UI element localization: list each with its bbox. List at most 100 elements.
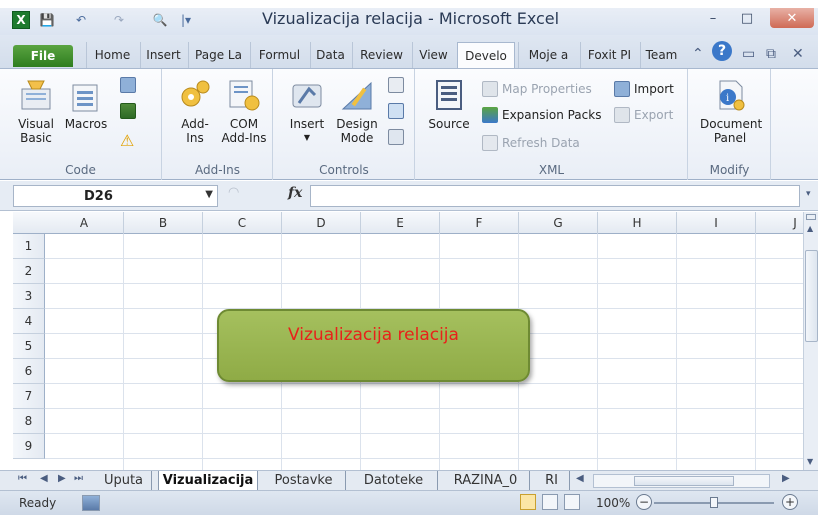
sheet-tab-postavke[interactable]: Postavke (262, 471, 346, 490)
sheet-tab-razina-0[interactable]: RAZINA_0 (442, 471, 530, 490)
macro-recording-icon[interactable] (82, 495, 100, 511)
name-box[interactable]: D26 ▼ (13, 185, 218, 207)
first-sheet-icon[interactable]: ⏮ (18, 473, 27, 484)
name-box-dropdown-icon[interactable]: ▼ (205, 189, 213, 200)
print-preview-icon[interactable]: 🔍 (150, 11, 170, 29)
expansion-packs-button[interactable]: Expansion Packs (482, 107, 601, 123)
tab-split-icon[interactable]: ◀ (576, 473, 584, 484)
map-properties-button[interactable]: Map Properties (482, 81, 592, 97)
design-mode-button[interactable]: Design Mode (332, 77, 382, 145)
help-icon[interactable]: ? (712, 41, 732, 61)
column-header-e[interactable]: E (361, 212, 440, 234)
relative-references-icon[interactable] (120, 103, 140, 119)
restore-workbook-icon[interactable]: ▭ (742, 46, 755, 62)
vertical-scroll-thumb[interactable] (805, 250, 818, 342)
split-box-icon[interactable] (806, 214, 816, 220)
save-icon[interactable]: 💾 (38, 11, 56, 29)
relation-shape[interactable]: Vizualizacija relacija (217, 309, 530, 382)
horizontal-scrollbar[interactable] (593, 474, 770, 488)
run-dialog-icon[interactable] (388, 129, 408, 145)
row-header-1[interactable]: 1 (13, 234, 45, 259)
row-header-6[interactable]: 6 (13, 359, 45, 384)
excel-app-icon[interactable]: X (12, 11, 30, 29)
row-header-3[interactable]: 3 (13, 284, 45, 309)
insert-control-button[interactable]: Insert ▼ (284, 77, 330, 145)
close-workbook-icon[interactable]: ✕ (792, 46, 804, 62)
tab-moje-a[interactable]: Moje a (518, 42, 578, 68)
macro-security-icon[interactable]: ⚠ (120, 131, 134, 150)
page-layout-view-icon[interactable] (542, 494, 558, 510)
column-header-a[interactable]: A (45, 212, 124, 234)
vertical-scrollbar[interactable]: ▲ ▼ (803, 212, 818, 470)
page-break-view-icon[interactable] (564, 494, 580, 510)
sheet-tab-ri[interactable]: RI (534, 471, 570, 490)
maximize-button[interactable]: □ (734, 8, 760, 28)
tab-developer[interactable]: Develo (457, 42, 515, 68)
prev-sheet-icon[interactable]: ◀ (40, 473, 48, 484)
redo-icon[interactable]: ↷ (108, 11, 130, 29)
formula-input[interactable] (310, 185, 800, 207)
tab-foxit[interactable]: Foxit PI (580, 42, 638, 68)
tab-view[interactable]: View (412, 42, 454, 68)
tab-formulas[interactable]: Formul (250, 42, 308, 68)
column-header-i[interactable]: I (677, 212, 756, 234)
minimize-button[interactable]: – (700, 8, 726, 28)
tab-page-layout[interactable]: Page La (188, 42, 248, 68)
insert-function-icon[interactable]: fx (288, 185, 302, 201)
tab-home[interactable]: Home (86, 42, 138, 68)
column-header-f[interactable]: F (440, 212, 519, 234)
zoom-out-icon[interactable]: − (636, 494, 652, 510)
export-button[interactable]: Export (614, 107, 673, 123)
sheet-tab-uputa[interactable]: Uputa (96, 471, 152, 490)
tab-insert[interactable]: Insert (140, 42, 186, 68)
restore-window-icon[interactable]: ⧉ (766, 46, 776, 62)
zoom-in-icon[interactable]: + (782, 494, 798, 510)
sheet-tab-datoteke[interactable]: Datoteke (350, 471, 438, 490)
macros-button[interactable]: Macros (62, 77, 110, 131)
row-header-2[interactable]: 2 (13, 259, 45, 284)
zoom-level[interactable]: 100% (596, 496, 630, 510)
sheet-tab-vizualizacija[interactable]: Vizualizacija (158, 471, 258, 490)
refresh-data-button[interactable]: Refresh Data (482, 135, 580, 151)
add-ins-label: Add-Ins (181, 117, 209, 145)
zoom-slider[interactable] (654, 497, 774, 508)
import-button[interactable]: Import (614, 81, 674, 97)
row-header-5[interactable]: 5 (13, 334, 45, 359)
record-macro-icon[interactable] (120, 77, 140, 93)
column-header-h[interactable]: H (598, 212, 677, 234)
tab-review[interactable]: Review (352, 42, 410, 68)
tab-file[interactable]: File (13, 45, 73, 67)
source-button[interactable]: Source (424, 77, 474, 131)
row-header-8[interactable]: 8 (13, 409, 45, 434)
column-header-d[interactable]: D (282, 212, 361, 234)
column-header-c[interactable]: C (203, 212, 282, 234)
row-header-9[interactable]: 9 (13, 434, 45, 459)
normal-view-icon[interactable] (520, 494, 536, 510)
scroll-down-icon[interactable]: ▼ (807, 457, 813, 466)
scroll-right-icon[interactable]: ▶ (782, 473, 790, 484)
visual-basic-button[interactable]: Visual Basic (16, 77, 56, 145)
tab-data[interactable]: Data (310, 42, 350, 68)
column-header-j[interactable]: J (756, 212, 803, 234)
column-header-b[interactable]: B (124, 212, 203, 234)
last-sheet-icon[interactable]: ⏭ (74, 473, 83, 484)
expand-formula-bar-icon[interactable]: ▾ (806, 189, 811, 199)
undo-icon[interactable]: ↶ (70, 11, 92, 29)
document-panel-button[interactable]: i Document Panel (693, 77, 767, 145)
next-sheet-icon[interactable]: ▶ (58, 473, 66, 484)
column-headers: ABCDEFGHIJ (13, 212, 803, 234)
column-header-g[interactable]: G (519, 212, 598, 234)
close-button[interactable]: ✕ (770, 8, 814, 28)
add-ins-button[interactable]: Add-Ins (173, 77, 217, 145)
ribbon-minimize-icon[interactable]: ⌃ (692, 46, 704, 62)
customize-qat-icon[interactable]: |▾ (176, 11, 196, 29)
com-add-ins-button[interactable]: COM Add-Ins (219, 77, 269, 145)
properties-icon[interactable] (388, 77, 408, 93)
zoom-slider-thumb[interactable] (710, 497, 718, 508)
view-code-icon[interactable] (388, 103, 408, 119)
row-header-4[interactable]: 4 (13, 309, 45, 334)
horizontal-scroll-thumb[interactable] (634, 476, 734, 486)
scroll-up-icon[interactable]: ▲ (807, 224, 813, 233)
tab-team[interactable]: Team (640, 42, 682, 68)
row-header-7[interactable]: 7 (13, 384, 45, 409)
